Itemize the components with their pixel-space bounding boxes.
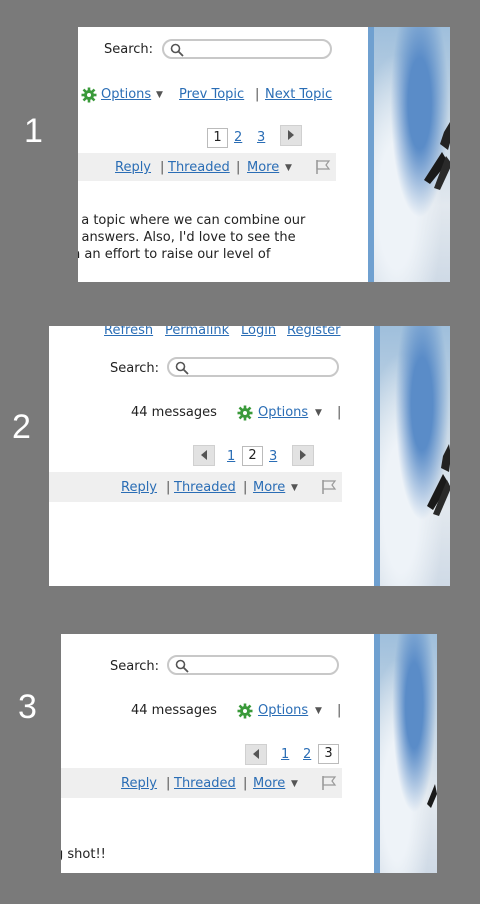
page-3-current: 3 [318, 744, 339, 764]
search-label: Search: [110, 659, 160, 674]
message-toolbar: Reply | Threaded | More ▼ [49, 472, 342, 502]
arrow-left-icon [253, 749, 259, 759]
message-body-line: n an effort to raise our level of [78, 247, 271, 262]
search-icon [175, 659, 189, 673]
reply-link[interactable]: Reply [115, 160, 151, 175]
chevron-down-icon: ▼ [285, 163, 292, 173]
message-toolbar: Reply | Threaded | More ▼ [61, 768, 342, 798]
separator: | [243, 480, 248, 495]
side-border [374, 634, 380, 873]
search-icon [170, 43, 184, 57]
sky-background [380, 634, 437, 873]
separator: | [166, 480, 171, 495]
search-icon [175, 361, 189, 375]
message-count: 44 messages [131, 405, 217, 420]
more-menu[interactable]: More [253, 480, 285, 495]
options-menu[interactable]: Options [101, 87, 151, 102]
prev-topic-link[interactable]: Prev Topic [179, 87, 244, 102]
message-body-line: g shot!! [61, 847, 106, 862]
chevron-down-icon: ▼ [315, 408, 322, 418]
page-3-link[interactable]: 3 [269, 449, 277, 464]
page-2-link[interactable]: 2 [303, 747, 311, 762]
more-menu[interactable]: More [247, 160, 279, 175]
separator: | [337, 703, 342, 718]
arrow-right-icon [300, 450, 306, 460]
flag-icon[interactable] [321, 775, 337, 791]
threaded-link[interactable]: Threaded [168, 160, 230, 175]
next-topic-link[interactable]: Next Topic [265, 87, 332, 102]
prev-page-button[interactable] [245, 744, 267, 765]
next-page-button[interactable] [280, 125, 302, 146]
side-border [374, 326, 380, 586]
search-input[interactable] [162, 39, 332, 59]
flag-icon[interactable] [321, 479, 337, 495]
chevron-down-icon: ▼ [291, 483, 298, 493]
separator: | [243, 776, 248, 791]
gear-icon [237, 405, 253, 421]
page-1-link[interactable]: 1 [227, 449, 235, 464]
message-count: 44 messages [131, 703, 217, 718]
more-menu[interactable]: More [253, 776, 285, 791]
register-link[interactable]: Register [287, 326, 341, 338]
separator: | [236, 160, 241, 175]
page-3-link[interactable]: 3 [257, 130, 265, 145]
gear-icon [237, 703, 253, 719]
frame-label-2: 2 [12, 408, 31, 446]
skydiver-image [424, 122, 450, 190]
options-menu[interactable]: Options [258, 703, 308, 718]
search-label: Search: [110, 361, 160, 376]
separator: | [160, 160, 165, 175]
permalink-link[interactable]: Permalink [165, 326, 229, 338]
message-body-line: r answers. Also, I'd love to see the [78, 230, 296, 245]
frame-label-3: 3 [18, 688, 37, 726]
screenshot-frame-1: Search: Options ▼ Prev Topic | Next Topi… [78, 27, 450, 282]
arrow-right-icon [288, 130, 294, 140]
page-1-current: 1 [207, 128, 228, 148]
skydiver-image [427, 784, 437, 808]
frame-label-1: 1 [24, 112, 43, 150]
screenshot-frame-3: Search: 44 messages Options ▼ | 1 2 3 Re… [61, 634, 437, 873]
next-page-button[interactable] [292, 445, 314, 466]
chevron-down-icon: ▼ [156, 90, 163, 100]
reply-link[interactable]: Reply [121, 776, 157, 791]
flag-icon[interactable] [315, 159, 331, 175]
reply-link[interactable]: Reply [121, 480, 157, 495]
screenshot-frame-2: Refresh Permalink Login Register Search:… [49, 326, 450, 586]
clipped-links [251, 634, 311, 636]
message-body-line: t a topic where we can combine our [78, 213, 306, 228]
options-menu[interactable]: Options [258, 405, 308, 420]
separator: | [337, 405, 342, 420]
separator: | [255, 87, 260, 102]
login-link[interactable]: Login [241, 326, 276, 338]
page-2-link[interactable]: 2 [234, 130, 242, 145]
chevron-down-icon: ▼ [315, 706, 322, 716]
gear-icon [81, 87, 97, 103]
page-1-link[interactable]: 1 [281, 747, 289, 762]
separator: | [166, 776, 171, 791]
arrow-left-icon [201, 450, 207, 460]
threaded-link[interactable]: Threaded [174, 480, 236, 495]
page-2-current: 2 [242, 446, 263, 466]
search-input[interactable] [167, 357, 339, 377]
prev-page-button[interactable] [193, 445, 215, 466]
side-border [368, 27, 374, 282]
search-label: Search: [104, 42, 154, 57]
message-toolbar: Reply | Threaded | More ▼ [78, 153, 336, 181]
refresh-link[interactable]: Refresh [104, 326, 153, 338]
threaded-link[interactable]: Threaded [174, 776, 236, 791]
chevron-down-icon: ▼ [291, 779, 298, 789]
search-input[interactable] [167, 655, 339, 675]
skydiver-image [427, 444, 450, 516]
